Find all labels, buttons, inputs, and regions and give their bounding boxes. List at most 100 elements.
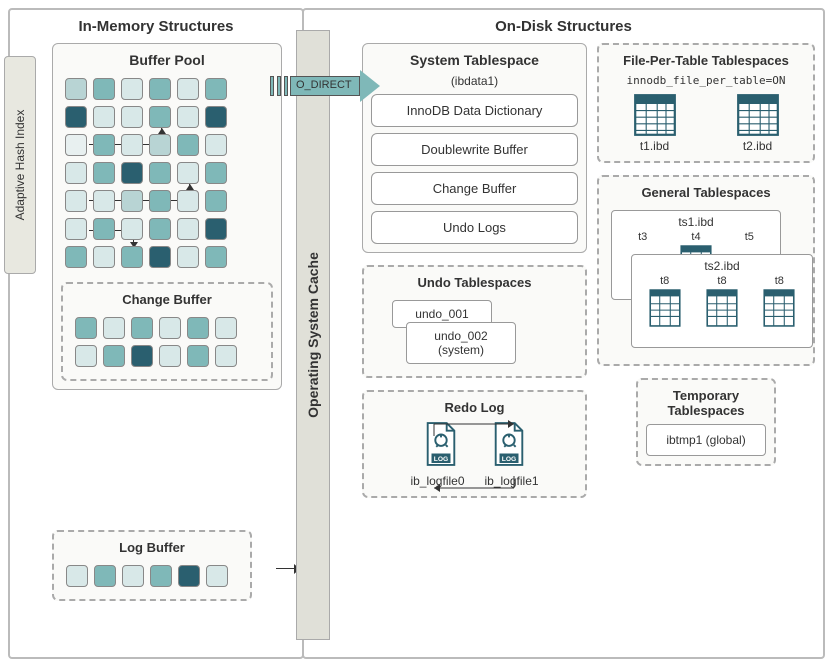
buffer-cell xyxy=(65,106,87,128)
buffer-cell xyxy=(131,317,153,339)
buffer-cell xyxy=(159,317,181,339)
in-memory-structures: In-Memory Structures Adaptive Hash Index… xyxy=(8,8,304,659)
buffer-cell xyxy=(121,134,143,156)
buffer-cell xyxy=(65,134,87,156)
buffer-cell xyxy=(131,345,153,367)
general-tablespaces-title: General Tablespaces xyxy=(607,185,805,200)
buffer-cell xyxy=(93,134,115,156)
col-label: t8 xyxy=(717,275,726,287)
tablespace-file: t1.ibd xyxy=(633,93,677,153)
log-buffer: Log Buffer xyxy=(52,530,252,601)
doublewrite-buffer: Doublewrite Buffer xyxy=(371,133,578,166)
buffer-cell xyxy=(93,78,115,100)
col-label: t4 xyxy=(691,231,700,243)
arrow-bars-icon xyxy=(270,76,288,96)
on-disk-structures: On-Disk Structures System Tablespace (ib… xyxy=(302,8,825,659)
col-label: t3 xyxy=(638,231,647,243)
table-file-icon xyxy=(705,289,739,327)
in-memory-title: In-Memory Structures xyxy=(18,18,294,35)
buffer-cell xyxy=(205,162,227,184)
undo-tablespaces: Undo Tablespaces undo_001 undo_002 (syst… xyxy=(362,265,587,378)
table-file-icon xyxy=(762,289,796,327)
file-per-table-sub: innodb_file_per_table=ON xyxy=(607,74,805,87)
buffer-cell xyxy=(149,218,171,240)
buffer-cell xyxy=(149,78,171,100)
undo-file-2: undo_002 (system) xyxy=(406,322,516,364)
buffer-cell xyxy=(205,134,227,156)
t2-label: t2.ibd xyxy=(743,139,772,153)
system-tablespace-sub: (ibdata1) xyxy=(371,74,578,88)
buffer-cell xyxy=(93,190,115,212)
buffer-cell xyxy=(121,106,143,128)
buffer-cell xyxy=(178,565,200,587)
redo-cycle-arrows xyxy=(404,416,544,496)
buffer-cell xyxy=(121,78,143,100)
temporary-tablespaces: Temporary Tablespaces ibtmp1 (global) xyxy=(636,378,776,466)
buffer-cell xyxy=(205,218,227,240)
buffer-pool: Buffer Pool Change Buffer xyxy=(52,43,282,390)
buffer-cell xyxy=(122,565,144,587)
undo-tablespaces-title: Undo Tablespaces xyxy=(372,275,577,290)
col-label: t8 xyxy=(660,275,669,287)
buffer-cell xyxy=(177,246,199,268)
buffer-cell xyxy=(159,345,181,367)
col-label: t8 xyxy=(775,275,784,287)
adaptive-hash-index: Adaptive Hash Index xyxy=(4,56,36,274)
adaptive-hash-index-label: Adaptive Hash Index xyxy=(13,110,27,221)
buffer-cell xyxy=(121,190,143,212)
diagram-root: In-Memory Structures Adaptive Hash Index… xyxy=(0,0,833,667)
system-tablespace: System Tablespace (ibdata1) InnoDB Data … xyxy=(362,43,587,253)
os-cache-label: Operating System Cache xyxy=(305,252,321,418)
file-per-table-title: File-Per-Table Tablespaces xyxy=(607,53,805,68)
buffer-cell xyxy=(93,246,115,268)
os-cache: Operating System Cache xyxy=(296,30,330,640)
buffer-cell xyxy=(205,106,227,128)
undo-logs: Undo Logs xyxy=(371,211,578,244)
buffer-cell xyxy=(205,78,227,100)
buffer-cell xyxy=(177,162,199,184)
ts1-label: ts1.ibd xyxy=(616,215,776,229)
buffer-cell xyxy=(215,345,237,367)
innodb-data-dictionary: InnoDB Data Dictionary xyxy=(371,94,578,127)
t1-label: t1.ibd xyxy=(640,139,669,153)
buffer-cell xyxy=(93,162,115,184)
buffer-cell xyxy=(93,218,115,240)
change-buffer-disk: Change Buffer xyxy=(371,172,578,205)
buffer-cell xyxy=(103,345,125,367)
buffer-cell xyxy=(177,134,199,156)
buffer-cell xyxy=(66,565,88,587)
buffer-cell xyxy=(187,345,209,367)
general-ts2: ts2.ibd t8 t8 t8 xyxy=(631,254,813,348)
redo-log-title: Redo Log xyxy=(372,400,577,415)
redo-log: Redo Log LOG LOG ib_logfile0 ib_logfile1 xyxy=(362,390,587,498)
change-buffer-title: Change Buffer xyxy=(71,292,263,307)
buffer-cell xyxy=(205,190,227,212)
buffer-cell xyxy=(65,218,87,240)
buffer-cell xyxy=(150,565,172,587)
buffer-cell xyxy=(149,106,171,128)
buffer-cell xyxy=(177,78,199,100)
buffer-cell xyxy=(94,565,116,587)
buffer-pool-title: Buffer Pool xyxy=(61,52,273,68)
buffer-cell xyxy=(206,565,228,587)
buffer-cell xyxy=(103,317,125,339)
buffer-cell xyxy=(149,190,171,212)
tablespace-file: t2.ibd xyxy=(736,93,780,153)
buffer-cell xyxy=(205,246,227,268)
system-tablespace-title: System Tablespace xyxy=(371,52,578,68)
change-buffer: Change Buffer xyxy=(61,282,273,381)
col-label: t5 xyxy=(745,231,754,243)
file-per-table-tablespaces: File-Per-Table Tablespaces innodb_file_p… xyxy=(597,43,815,163)
log-buffer-title: Log Buffer xyxy=(62,540,242,555)
buffer-cell xyxy=(75,317,97,339)
on-disk-title: On-Disk Structures xyxy=(312,18,815,35)
buffer-pool-grid xyxy=(61,74,273,272)
temporary-tablespaces-title: Temporary Tablespaces xyxy=(646,388,766,418)
buffer-cell xyxy=(215,317,237,339)
ts2-label: ts2.ibd xyxy=(636,259,808,273)
buffer-cell xyxy=(177,106,199,128)
buffer-cell xyxy=(149,246,171,268)
buffer-cell xyxy=(65,78,87,100)
buffer-cell xyxy=(65,190,87,212)
buffer-cell xyxy=(177,218,199,240)
